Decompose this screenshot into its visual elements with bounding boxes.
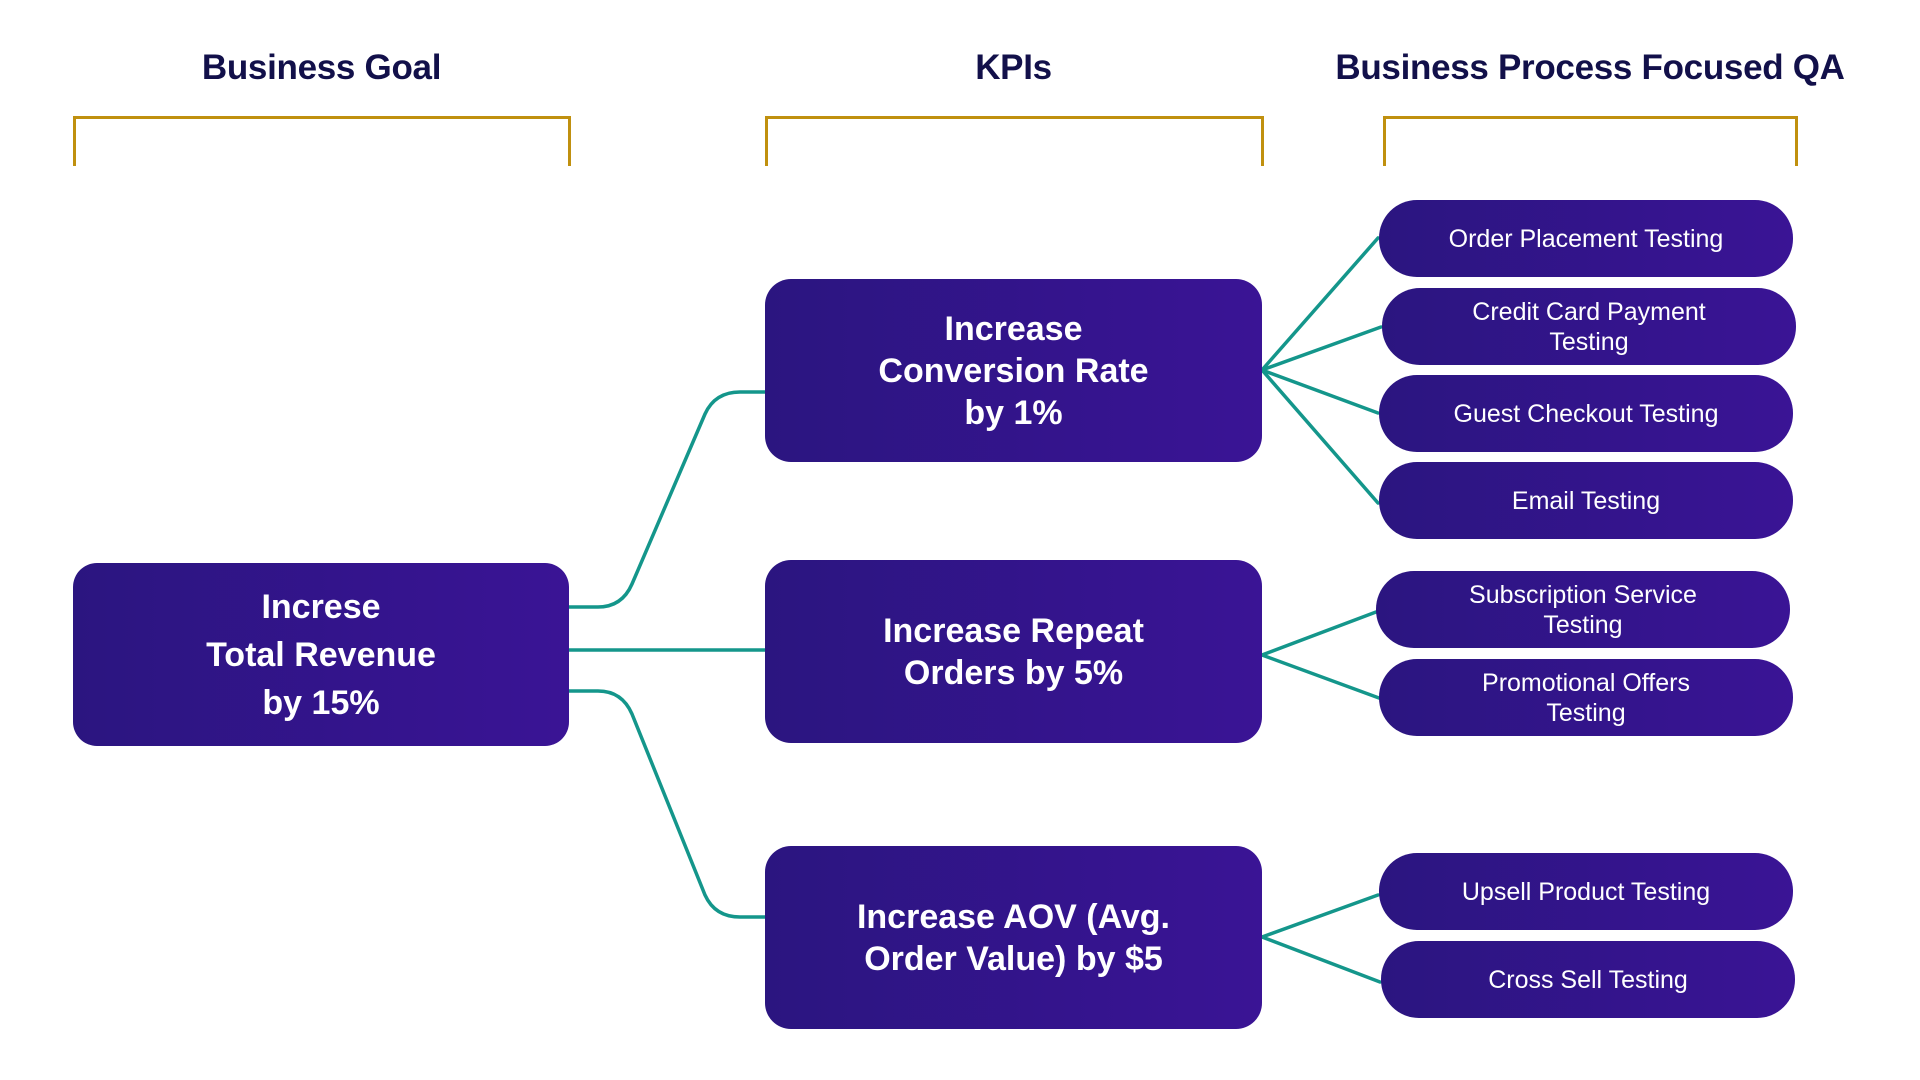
qa-label: Email Testing [1511, 486, 1661, 515]
kpi-box-aov[interactable]: Increase AOV (Avg. Order Value) by $5 [765, 846, 1262, 1029]
qa-box-order-placement[interactable]: Order Placement Testing [1379, 200, 1793, 277]
kpi-label: Increase AOV (Avg. Order Value) by $5 [856, 897, 1171, 978]
connector-kpi-2-to-qa-2 [1260, 653, 1381, 700]
connector-goal-to-kpi-1 [567, 390, 767, 609]
qa-box-cross-sell[interactable]: Cross Sell Testing [1381, 941, 1795, 1018]
qa-label: Subscription Service Testing [1469, 580, 1697, 639]
connector-kpi-3-to-qa-1 [1260, 893, 1380, 939]
connector-goal-to-kpi-3 [567, 689, 767, 919]
connector-kpi-2-to-qa-1 [1260, 610, 1378, 657]
kpi-label: Increase Repeat Orders by 5% [883, 611, 1144, 692]
qa-label: Promotional Offers Testing [1482, 668, 1690, 727]
qa-box-upsell-product[interactable]: Upsell Product Testing [1379, 853, 1793, 930]
kpi-box-conversion-rate[interactable]: Increase Conversion Rate by 1% [765, 279, 1262, 462]
qa-box-credit-card-payment[interactable]: Credit Card Payment Testing [1382, 288, 1796, 365]
kpi-box-repeat-orders[interactable]: Increase Repeat Orders by 5% [765, 560, 1262, 743]
qa-label: Upsell Product Testing [1461, 877, 1711, 906]
qa-box-guest-checkout[interactable]: Guest Checkout Testing [1379, 375, 1793, 452]
qa-label: Order Placement Testing [1448, 224, 1724, 253]
qa-box-subscription-service[interactable]: Subscription Service Testing [1376, 571, 1790, 648]
qa-label: Guest Checkout Testing [1453, 399, 1719, 428]
goal-box-total-revenue[interactable]: Increse Total Revenue by 15% [73, 563, 569, 746]
qa-box-promotional-offers[interactable]: Promotional Offers Testing [1379, 659, 1793, 736]
qa-label: Credit Card Payment Testing [1472, 297, 1706, 356]
qa-label: Cross Sell Testing [1488, 965, 1688, 994]
kpi-label: Increase Conversion Rate by 1% [878, 309, 1149, 432]
qa-box-email[interactable]: Email Testing [1379, 462, 1793, 539]
goal-label: Increse Total Revenue by 15% [206, 587, 436, 722]
connector-kpi-3-to-qa-2 [1260, 935, 1382, 984]
